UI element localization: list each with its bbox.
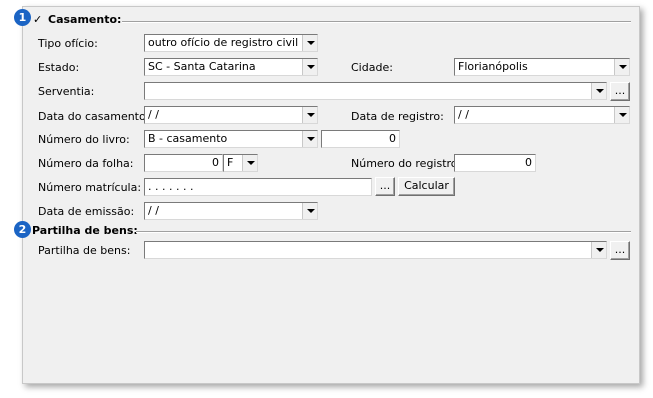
- matricula-browse-button[interactable]: ...: [375, 177, 395, 196]
- step-badge-2: 2: [14, 221, 31, 238]
- tipo-oficio-select[interactable]: outro ofício de registro civil: [144, 34, 318, 52]
- data-casamento-input[interactable]: / /: [144, 106, 318, 124]
- serventia-select[interactable]: [144, 82, 607, 100]
- data-registro-input[interactable]: / /: [454, 106, 630, 124]
- tipo-oficio-label: Tipo ofício:: [38, 37, 98, 50]
- casamento-group-title: Casamento:: [48, 13, 122, 26]
- data-casamento-label: Data do casamento:: [38, 110, 150, 123]
- chevron-down-icon[interactable]: [302, 59, 317, 75]
- numero-folha-input[interactable]: 0: [144, 154, 223, 172]
- cidade-value: Florianópolis: [458, 60, 528, 73]
- casamento-divider: [122, 21, 631, 23]
- folha-side-value: F: [227, 156, 234, 169]
- chevron-down-icon[interactable]: [302, 203, 317, 219]
- chevron-down-icon[interactable]: [614, 107, 629, 123]
- form-panel: 1 ✓ Casamento: Tipo ofício: outro ofício…: [14, 6, 640, 384]
- data-registro-value: / /: [458, 108, 469, 121]
- numero-matricula-input[interactable]: . . . . . . .: [144, 178, 372, 196]
- partilha-select[interactable]: [144, 241, 607, 259]
- numero-folha-label: Número da folha:: [38, 157, 134, 170]
- numero-matricula-label: Número matrícula:: [38, 181, 142, 194]
- chevron-down-icon[interactable]: [591, 83, 606, 99]
- tipo-oficio-value: outro ofício de registro civil: [148, 36, 299, 49]
- numero-livro-label: Número do livro:: [38, 133, 130, 146]
- numero-registro-input[interactable]: 0: [454, 154, 536, 172]
- numero-livro-value: B - casamento: [148, 132, 228, 145]
- partilha-browse-button[interactable]: ...: [610, 241, 630, 260]
- data-casamento-value: / /: [148, 108, 159, 121]
- chevron-down-icon[interactable]: [302, 107, 317, 123]
- calcular-button[interactable]: Calcular: [398, 177, 455, 196]
- chevron-down-icon[interactable]: [614, 59, 629, 75]
- casamento-checkbox[interactable]: ✓: [33, 14, 43, 25]
- step-badge-1: 1: [14, 9, 31, 26]
- data-emissao-label: Data de emissão:: [38, 205, 135, 218]
- numero-livro-select[interactable]: B - casamento: [144, 130, 318, 148]
- folha-side-select[interactable]: F: [223, 154, 258, 172]
- estado-select[interactable]: SC - Santa Catarina: [144, 58, 318, 76]
- numero-registro-label: Número do registro:: [351, 157, 462, 170]
- chevron-down-icon[interactable]: [591, 242, 606, 258]
- data-registro-label: Data de registro:: [351, 110, 444, 123]
- data-emissao-input[interactable]: / /: [144, 202, 318, 220]
- numero-livro-number-input[interactable]: 0: [321, 130, 400, 148]
- serventia-browse-button[interactable]: ...: [610, 82, 630, 101]
- estado-value: SC - Santa Catarina: [148, 60, 256, 73]
- cidade-label: Cidade:: [351, 61, 393, 74]
- serventia-label: Serventia:: [38, 85, 95, 98]
- cidade-select[interactable]: Florianópolis: [454, 58, 630, 76]
- partilha-divider: [136, 231, 631, 233]
- estado-label: Estado:: [38, 61, 80, 74]
- chevron-down-icon[interactable]: [242, 155, 257, 171]
- partilha-group-title: Partilha de bens:: [32, 224, 138, 237]
- chevron-down-icon[interactable]: [302, 131, 317, 147]
- data-emissao-value: / /: [148, 204, 159, 217]
- partilha-label: Partilha de bens:: [38, 244, 131, 257]
- chevron-down-icon[interactable]: [302, 35, 317, 51]
